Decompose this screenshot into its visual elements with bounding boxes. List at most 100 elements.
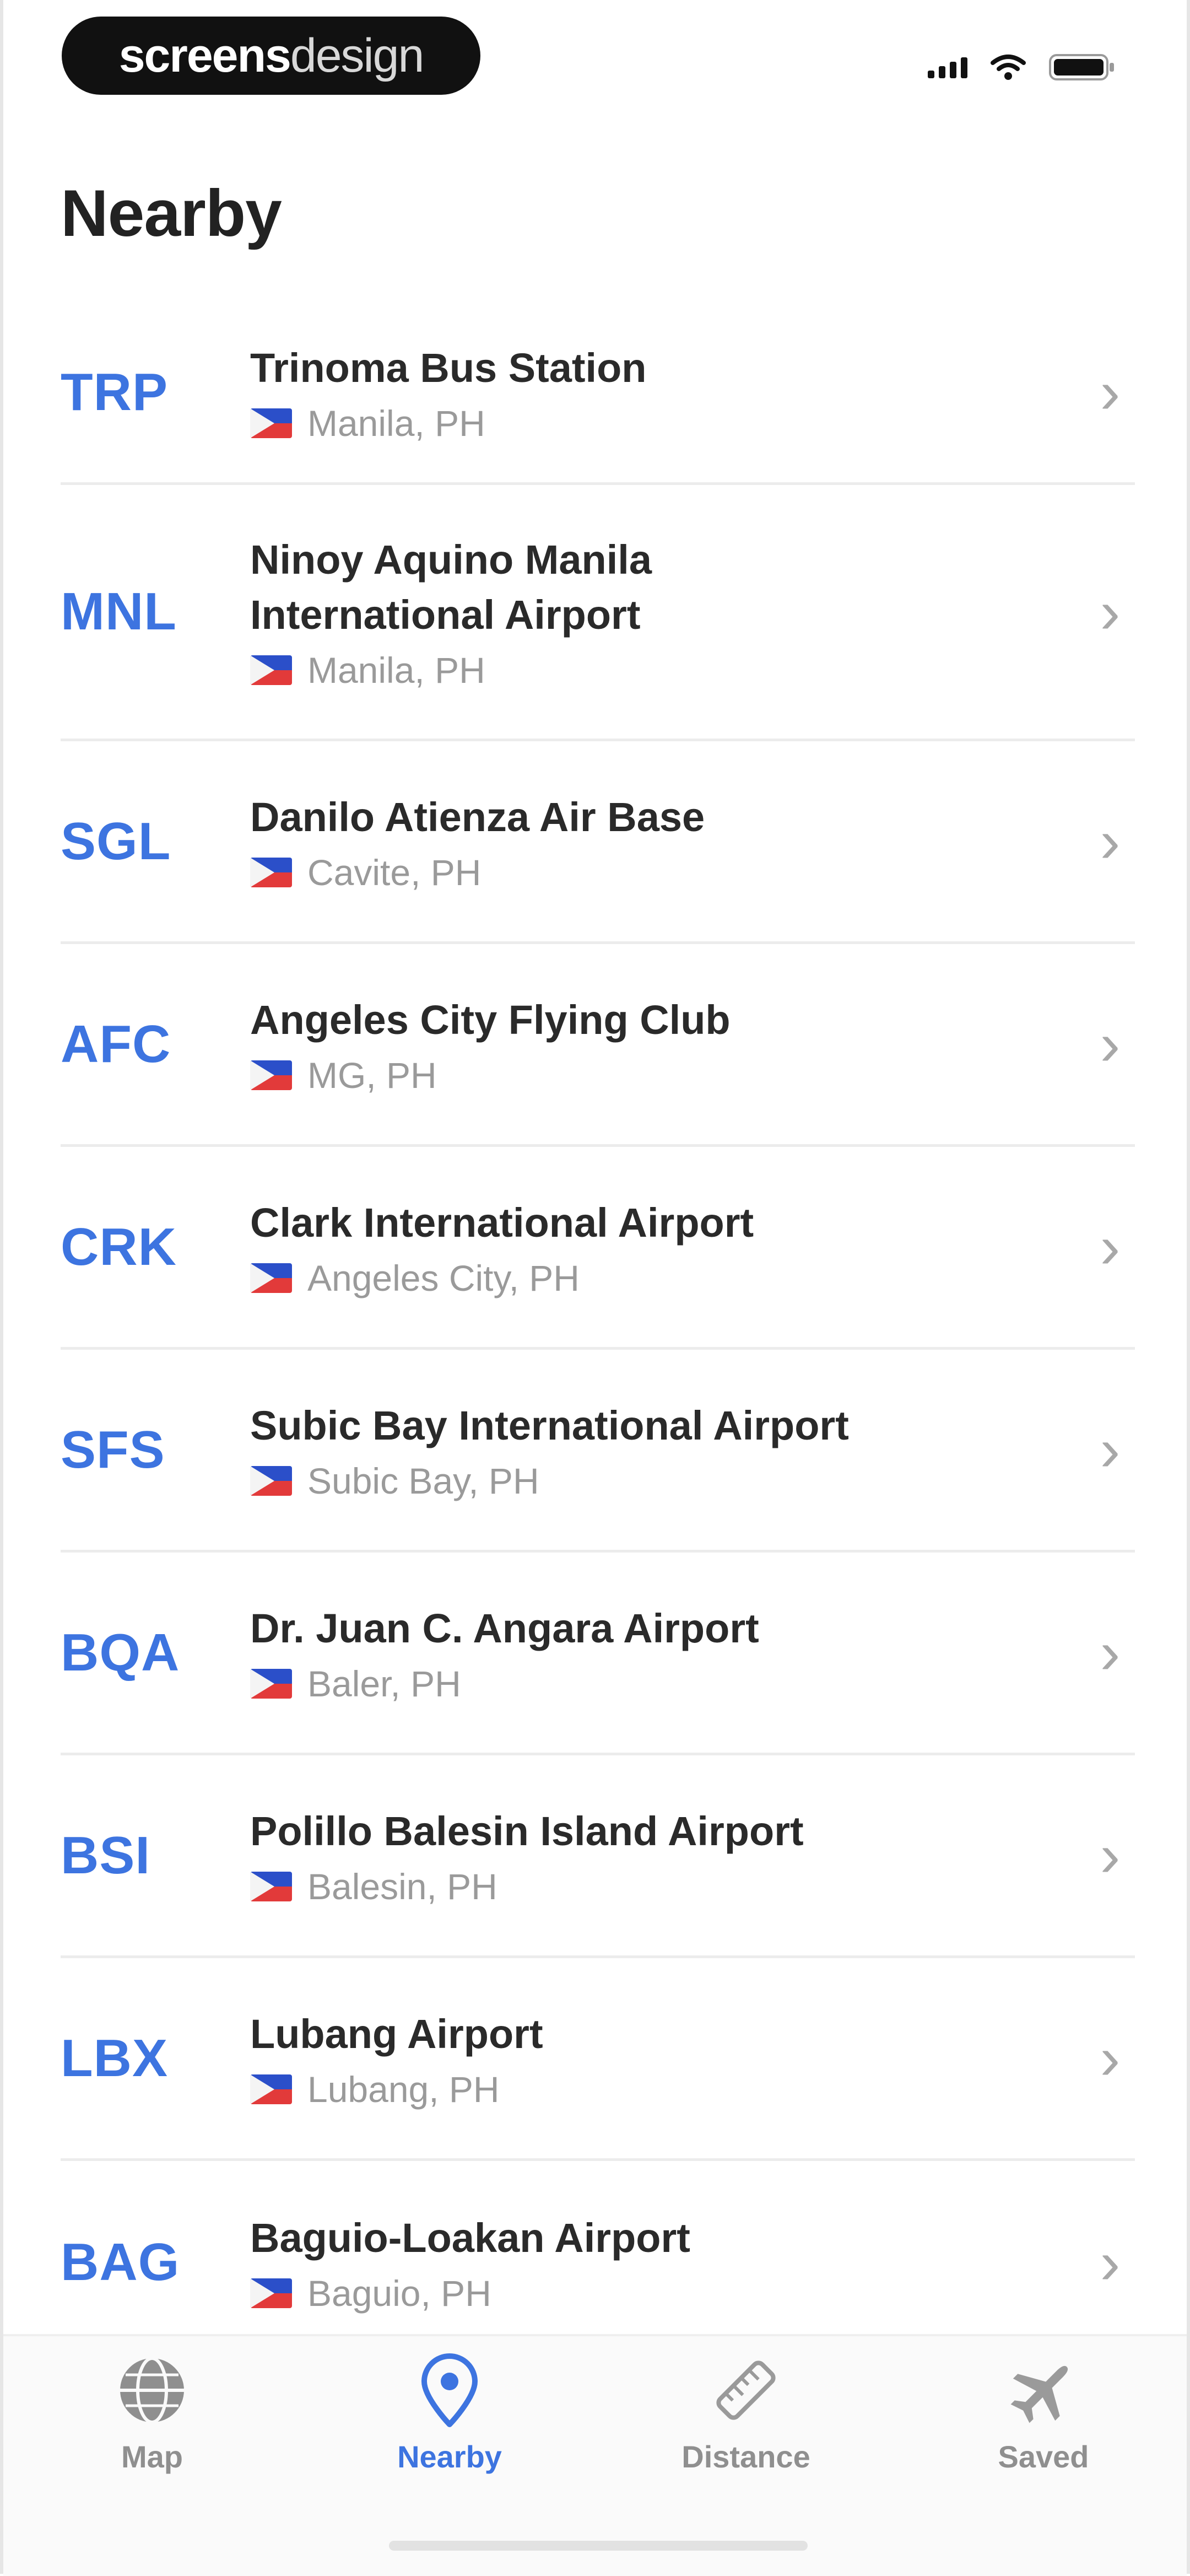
airport-info: Polillo Balesin Island Airport Balesin, … — [250, 1804, 1085, 1907]
airport-info: Baguio-Loakan Airport Baguio, PH — [250, 2211, 1085, 2314]
globe-icon — [120, 2357, 184, 2424]
airport-location: Manila, PH — [250, 402, 1085, 444]
tab-distance[interactable]: Distance — [636, 2352, 856, 2495]
tab-map[interactable]: Map — [42, 2352, 262, 2495]
brand-logo-light: design — [290, 29, 424, 82]
airport-location-text: Subic Bay, PH — [307, 1460, 539, 1501]
chevron-right-icon: › — [1100, 1619, 1121, 1686]
airport-code: SGL — [61, 811, 171, 871]
airport-info: Dr. Juan C. Angara Airport Baler, PH — [250, 1601, 1085, 1705]
airport-location-text: Baler, PH — [307, 1663, 461, 1704]
airport-code: MNL — [61, 582, 177, 641]
philippines-flag-icon — [250, 655, 292, 685]
tab-map-label: Map — [121, 2439, 183, 2474]
list-item[interactable]: MNL Ninoy Aquino Manila International Ai… — [61, 485, 1135, 741]
philippines-flag-icon — [250, 1871, 292, 1901]
chevron-right-icon: › — [1100, 358, 1121, 426]
list-item[interactable]: SGL Danilo Atienza Air Base Cavite, PH › — [61, 741, 1135, 944]
list-item[interactable]: SFS Subic Bay International Airport Subi… — [61, 1350, 1135, 1553]
airport-info: Angeles City Flying Club MG, PH — [250, 993, 1085, 1096]
airport-location: Balesin, PH — [250, 1866, 1085, 1907]
airport-location: Baler, PH — [250, 1663, 1085, 1705]
airport-location: Manila, PH — [250, 649, 746, 691]
tab-bar: Map Nearby Distance Saved — [3, 2334, 1187, 2576]
airport-code: AFC — [61, 1014, 171, 1074]
airport-name: Danilo Atienza Air Base — [250, 794, 705, 840]
airport-location-text: Manila, PH — [307, 650, 485, 691]
airport-name: Dr. Juan C. Angara Airport — [250, 1605, 759, 1651]
airport-name: Ninoy Aquino Manila International Airpor… — [250, 537, 652, 638]
airport-location: Cavite, PH — [250, 852, 1085, 893]
philippines-flag-icon — [250, 2278, 292, 2308]
list-item[interactable]: BAG Baguio-Loakan Airport Baguio, PH › — [61, 2161, 1135, 2364]
nearby-list: TRP Trinoma Bus Station Manila, PH › MNL… — [3, 302, 1187, 2364]
airport-code: BAG — [61, 2233, 180, 2292]
chevron-right-icon: › — [1100, 1213, 1121, 1281]
tab-saved-label: Saved — [998, 2439, 1089, 2474]
airport-name: Clark International Airport — [250, 1199, 754, 1246]
chevron-right-icon: › — [1100, 1821, 1121, 1889]
page-title: Nearby — [61, 176, 282, 250]
chevron-right-icon: › — [1100, 2024, 1121, 2092]
ruler-icon — [716, 2361, 776, 2420]
airport-code: CRK — [61, 1217, 177, 1276]
list-item[interactable]: TRP Trinoma Bus Station Manila, PH › — [61, 302, 1135, 485]
tab-distance-label: Distance — [681, 2439, 810, 2474]
airport-location-text: Angeles City, PH — [307, 1257, 580, 1298]
list-item[interactable]: LBX Lubang Airport Lubang, PH › — [61, 1958, 1135, 2161]
philippines-flag-icon — [250, 1465, 292, 1496]
airport-location: Subic Bay, PH — [250, 1460, 1085, 1502]
airport-location: Baguio, PH — [250, 2272, 1085, 2314]
philippines-flag-icon — [250, 2074, 292, 2104]
airport-code: TRP — [61, 362, 168, 422]
brand-logo-bold: screens — [118, 29, 291, 82]
airport-name: Baguio-Loakan Airport — [250, 2215, 690, 2261]
wifi-icon — [991, 55, 1026, 80]
airport-location: Angeles City, PH — [250, 1257, 1085, 1299]
philippines-flag-icon — [250, 408, 292, 438]
airport-info: Clark International Airport Angeles City… — [250, 1195, 1085, 1299]
list-item[interactable]: CRK Clark International Airport Angeles … — [61, 1147, 1135, 1350]
airport-location-text: Balesin, PH — [307, 1866, 497, 1907]
philippines-flag-icon — [250, 1263, 292, 1293]
nearby-screen: screens design Nearby TRP Trinoma Bus Sta… — [0, 0, 1190, 2576]
tab-nearby-label: Nearby — [397, 2439, 502, 2474]
list-item[interactable]: BQA Dr. Juan C. Angara Airport Baler, PH… — [61, 1553, 1135, 1755]
airport-location: MG, PH — [250, 1054, 1085, 1096]
location-pin-icon — [421, 2353, 478, 2427]
status-icons — [928, 51, 1115, 84]
chevron-right-icon: › — [1100, 2228, 1121, 2297]
chevron-right-icon: › — [1100, 807, 1121, 875]
airport-location-text: Manila, PH — [307, 402, 485, 444]
status-bar: screens design — [3, 0, 1187, 116]
airport-name: Trinoma Bus Station — [250, 344, 647, 391]
airport-name: Polillo Balesin Island Airport — [250, 1808, 804, 1854]
airplane-icon — [1010, 2365, 1068, 2423]
airport-code: SFS — [61, 1420, 165, 1479]
airport-location: Lubang, PH — [250, 2068, 1085, 2110]
airport-info: Subic Bay International Airport Subic Ba… — [250, 1398, 1085, 1502]
airport-info: Lubang Airport Lubang, PH — [250, 2007, 1085, 2110]
airport-location-text: Cavite, PH — [307, 852, 482, 893]
airport-code: BQA — [61, 1623, 180, 1682]
airport-info: Ninoy Aquino Manila International Airpor… — [250, 532, 746, 691]
list-item[interactable]: BSI Polillo Balesin Island Airport Bales… — [61, 1755, 1135, 1958]
chevron-right-icon: › — [1100, 578, 1121, 646]
airport-code: BSI — [61, 1825, 151, 1885]
airport-info: Danilo Atienza Air Base Cavite, PH — [250, 790, 1085, 893]
list-item[interactable]: AFC Angeles City Flying Club MG, PH › — [61, 944, 1135, 1147]
airport-code: LBX — [61, 2028, 168, 2088]
chevron-right-icon: › — [1100, 1010, 1121, 1078]
home-indicator — [389, 2541, 808, 2551]
airport-name: Subic Bay International Airport — [250, 1402, 849, 1448]
cellular-signal-icon — [928, 56, 967, 78]
battery-icon — [1049, 54, 1114, 80]
airport-location-text: Baguio, PH — [307, 2273, 491, 2314]
airport-info: Trinoma Bus Station Manila, PH — [250, 341, 1085, 444]
philippines-flag-icon — [250, 1060, 292, 1090]
tab-nearby[interactable]: Nearby — [339, 2352, 560, 2495]
philippines-flag-icon — [250, 1668, 292, 1699]
tab-saved[interactable]: Saved — [933, 2352, 1154, 2495]
philippines-flag-icon — [250, 857, 292, 887]
brand-logo: screens design — [62, 17, 480, 95]
